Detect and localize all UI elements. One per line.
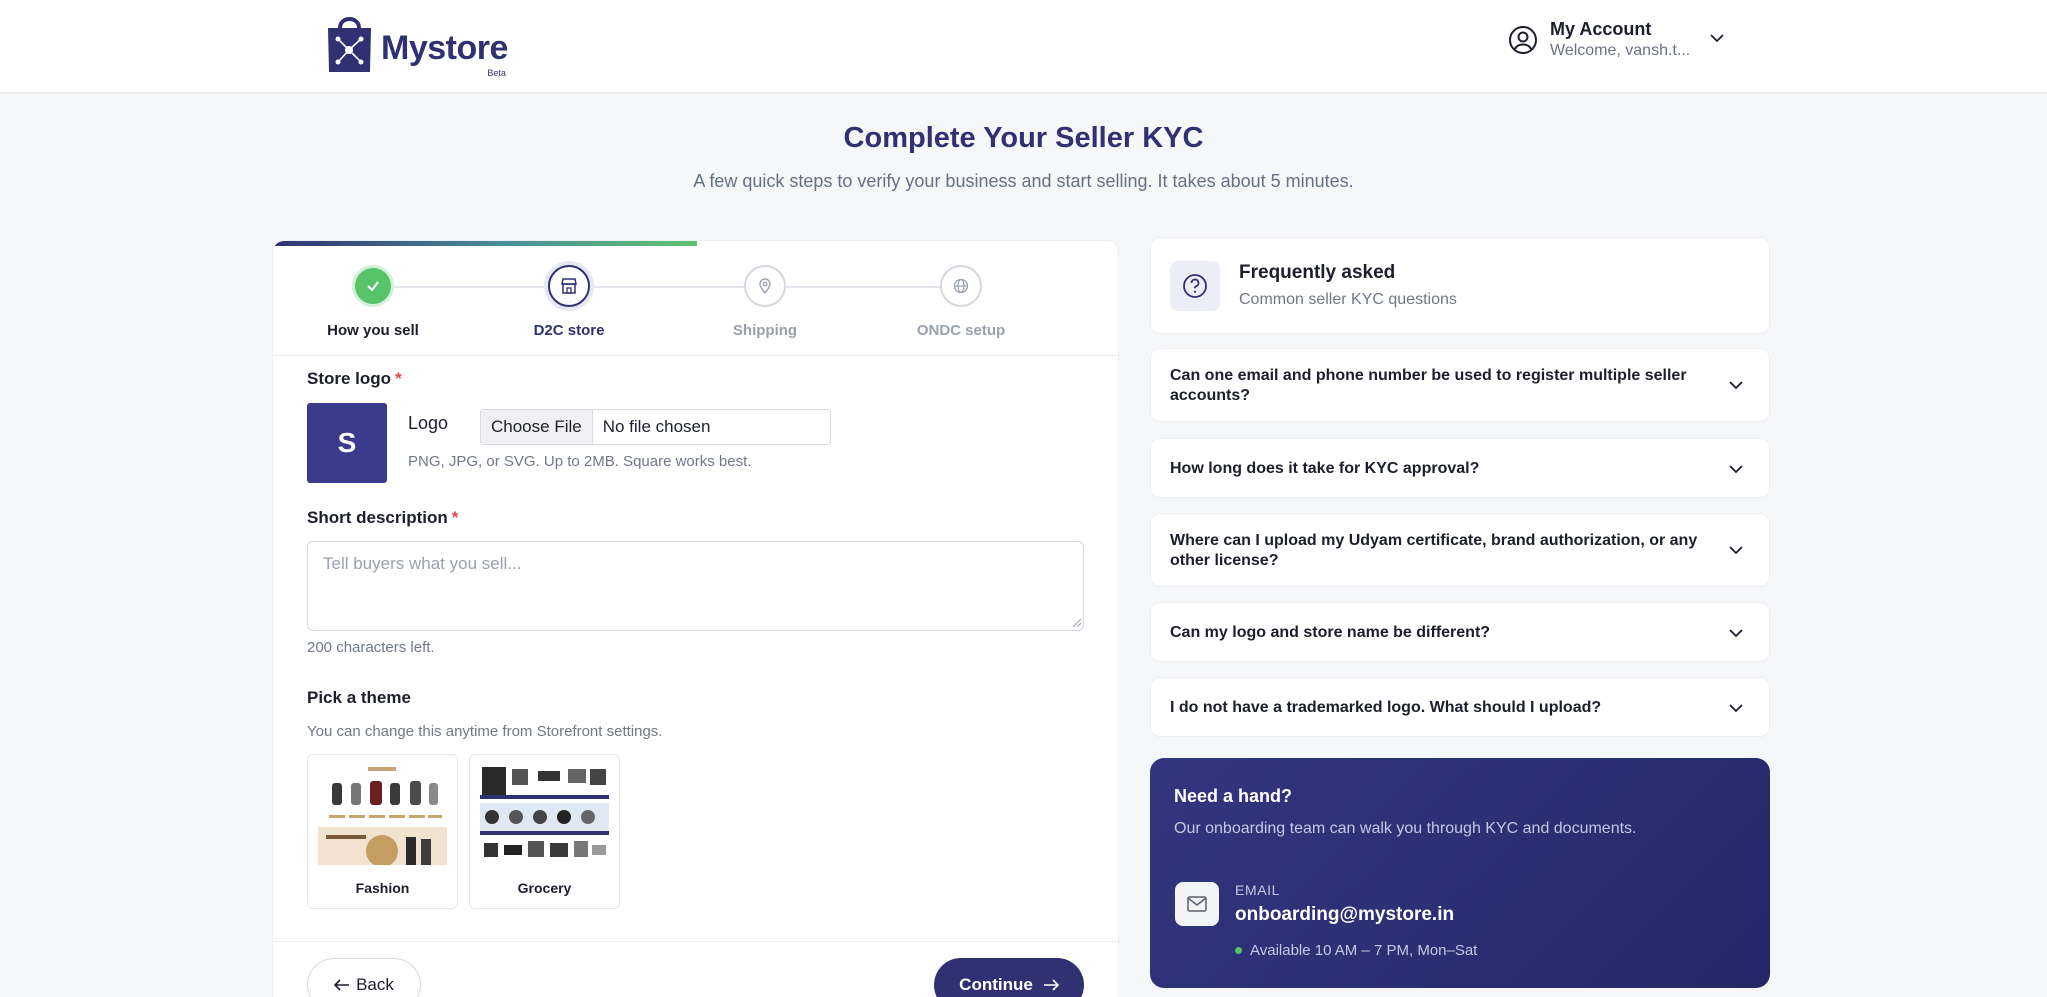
- globe-icon: [953, 278, 969, 294]
- resize-handle-icon[interactable]: [1071, 617, 1081, 627]
- faq-question: Where can I upload my Udyam certificate,…: [1170, 532, 1698, 569]
- account-welcome: Welcome, vansh.t...: [1550, 42, 1691, 59]
- theme-name: Fashion: [355, 880, 410, 896]
- chevron-down-icon: [1729, 629, 1743, 638]
- kyc-form-card: How you sell D2C store Shipping ONDC set…: [272, 240, 1119, 997]
- pick-theme-label: Pick a theme: [307, 688, 411, 707]
- faq-item[interactable]: Can one email and phone number be used t…: [1150, 348, 1770, 422]
- step-label: Shipping: [732, 322, 798, 339]
- store-icon: [561, 278, 577, 294]
- faq-title: Frequently asked: [1239, 262, 1396, 283]
- faq-question: How long does it take for KYC approval?: [1170, 460, 1480, 477]
- arrow-right-icon: [1043, 979, 1059, 991]
- brand-wordmark: Mystore Beta: [381, 29, 508, 78]
- step-how-you-sell[interactable]: How you sell: [273, 265, 473, 339]
- page-title: Complete Your Seller KYC: [843, 122, 1204, 154]
- logo-field-name: Logo: [408, 413, 449, 433]
- faq-question: I do not have a trademarked logo. What s…: [1170, 699, 1602, 716]
- store-logo-label: Store logo *: [307, 369, 402, 388]
- short-description-input[interactable]: [307, 541, 1084, 631]
- faq-item[interactable]: Can my logo and store name be different?: [1150, 602, 1770, 662]
- chevron-down-icon: [1710, 34, 1724, 43]
- characters-left: 200 characters left.: [307, 639, 435, 656]
- theme-name: Grocery: [517, 880, 572, 896]
- faq-item[interactable]: How long does it take for KYC approval?: [1150, 438, 1770, 498]
- divider: [273, 941, 1118, 942]
- faq-question: Can my logo and store name be different?: [1170, 624, 1491, 641]
- page-subtitle: A few quick steps to verify your busines…: [693, 171, 1354, 191]
- chevron-down-icon: [1729, 381, 1743, 390]
- faq-header-card: Frequently asked Common seller KYC quest…: [1150, 237, 1770, 334]
- divider: [273, 355, 1118, 356]
- email-label: EMAIL: [1235, 882, 1281, 898]
- theme-card-fashion[interactable]: Fashion: [307, 754, 458, 909]
- availability: Available 10 AM – 7 PM, Mon–Sat: [1235, 942, 1477, 959]
- arrow-left-icon: [334, 979, 350, 991]
- mail-icon: [1175, 882, 1219, 926]
- brand-name: Mystore: [381, 29, 508, 67]
- question-circle-icon: [1170, 261, 1220, 311]
- step-ondc-setup[interactable]: ONDC setup: [861, 265, 1061, 339]
- grocery-theme-thumbnail: [480, 765, 609, 865]
- faq-item[interactable]: Where can I upload my Udyam certificate,…: [1150, 513, 1770, 587]
- faq-item[interactable]: I do not have a trademarked logo. What s…: [1150, 677, 1770, 737]
- step-label: How you sell: [327, 322, 419, 339]
- account-title: My Account: [1550, 19, 1652, 39]
- help-subtitle: Our onboarding team can walk you through…: [1174, 820, 1637, 837]
- faq-subtitle: Common seller KYC questions: [1239, 291, 1457, 308]
- check-icon: [367, 281, 379, 292]
- theme-card-grocery[interactable]: Grocery: [469, 754, 620, 909]
- chevron-down-icon: [1729, 465, 1743, 474]
- progress-bar: [273, 241, 697, 246]
- step-shipping[interactable]: Shipping: [665, 265, 865, 339]
- step-d2c-store[interactable]: D2C store: [469, 265, 669, 339]
- required-mark: *: [451, 508, 459, 527]
- user-circle-icon: [1509, 26, 1537, 54]
- required-mark: *: [395, 369, 402, 388]
- continue-button[interactable]: Continue: [934, 958, 1084, 997]
- help-card: Need a hand? Our onboarding team can wal…: [1150, 758, 1770, 988]
- top-header: Mystore Beta My Account Welcome, vansh.t…: [0, 0, 2047, 93]
- kyc-stepper: How you sell D2C store Shipping ONDC set…: [273, 265, 1118, 355]
- fashion-theme-thumbnail: [318, 765, 447, 865]
- logo-preview: S: [307, 403, 387, 483]
- back-button[interactable]: Back: [307, 958, 421, 997]
- brand-logo[interactable]: Mystore Beta: [326, 12, 508, 78]
- support-email-link[interactable]: onboarding@mystore.in: [1235, 904, 1454, 926]
- choose-file-button[interactable]: Choose File: [481, 410, 593, 444]
- location-pin-icon: [759, 278, 771, 295]
- file-status: No file chosen: [602, 417, 711, 436]
- beta-badge: Beta: [487, 68, 506, 78]
- help-title: Need a hand?: [1174, 786, 1293, 806]
- chevron-down-icon: [1729, 546, 1743, 555]
- short-description-label: Short description *: [307, 508, 459, 527]
- step-label: D2C store: [533, 322, 605, 339]
- account-menu[interactable]: My Account Welcome, vansh.t...: [1508, 18, 1726, 62]
- status-dot: [1235, 947, 1242, 954]
- shopping-bag-icon: [328, 17, 371, 72]
- chevron-down-icon: [1729, 704, 1743, 713]
- step-label: ONDC setup: [916, 322, 1006, 339]
- logo-file-input[interactable]: Choose File No file chosen: [480, 409, 831, 445]
- logo-hint: PNG, JPG, or SVG. Up to 2MB. Square work…: [408, 453, 752, 470]
- faq-question: Can one email and phone number be used t…: [1170, 367, 1687, 404]
- theme-hint: You can change this anytime from Storefr…: [307, 723, 663, 740]
